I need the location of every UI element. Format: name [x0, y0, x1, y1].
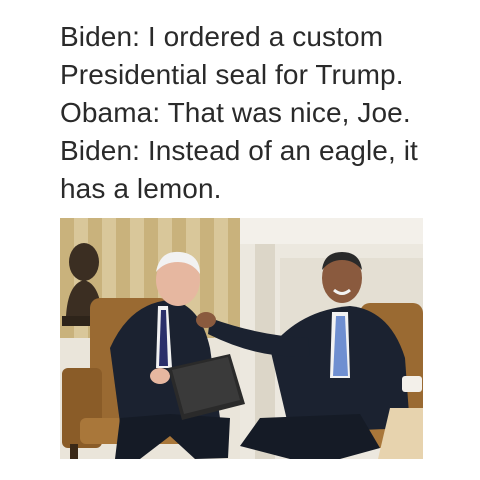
photo-illustration: [60, 218, 423, 459]
meme-caption: Biden: I ordered a custom Presidential s…: [60, 18, 475, 208]
meme-photo: [60, 218, 423, 459]
caption-line: Biden: I ordered a custom: [60, 21, 384, 52]
caption-line: Presidential seal for Trump.: [60, 59, 404, 90]
caption-line: Biden: Instead of an eagle, it: [60, 135, 418, 166]
caption-line: Obama: That was nice, Joe.: [60, 97, 411, 128]
caption-line: has a lemon.: [60, 173, 222, 204]
meme-page: Biden: I ordered a custom Presidential s…: [0, 0, 480, 480]
coffee-mug: [402, 376, 422, 392]
